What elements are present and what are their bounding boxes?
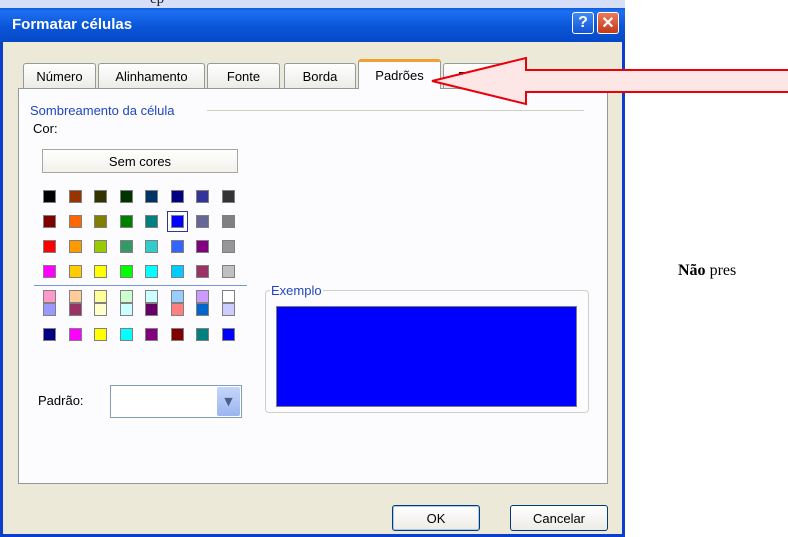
side-note: Não pres [678,262,736,280]
color-swatch[interactable] [196,190,209,203]
color-swatch[interactable] [68,303,82,316]
palette-divider [34,285,247,286]
color-swatch[interactable] [145,303,158,316]
tab-label: Alinhamento [115,68,188,84]
color-swatch[interactable] [43,190,56,203]
color-swatch[interactable] [221,240,235,253]
example-preview [276,306,577,407]
tab-label: Padrões [375,68,424,83]
example-label: Exemplo [270,283,323,298]
color-label: Cor: [33,121,58,136]
color-swatch[interactable] [119,290,133,303]
color-swatch[interactable] [119,215,133,228]
pattern-label: Padrão: [38,393,84,408]
tab-padroes[interactable]: Padrões [358,59,441,89]
color-swatch[interactable] [94,328,107,341]
ok-button[interactable]: OK [392,505,480,531]
side-note-text: pres [705,262,737,279]
color-swatch[interactable] [196,303,209,316]
color-swatch[interactable] [196,290,209,303]
color-swatch[interactable] [145,265,158,278]
color-swatch[interactable] [43,328,56,341]
color-swatch[interactable] [119,328,133,341]
color-swatch[interactable] [145,190,158,203]
cancel-button[interactable]: Cancelar [510,505,608,531]
color-swatch[interactable] [43,215,56,228]
shading-group-label: Sombreamento da célula [30,103,175,118]
tab-alinhamento[interactable]: Alinhamento [98,63,205,88]
close-button[interactable]: ✕ [597,12,619,34]
color-swatch[interactable] [221,328,235,341]
tab-numero[interactable]: Número [23,63,96,88]
color-swatch[interactable] [119,265,133,278]
color-swatch[interactable] [94,303,107,316]
color-swatch[interactable] [196,240,209,253]
color-swatch[interactable] [43,265,56,278]
color-swatch[interactable] [170,265,184,278]
color-swatch[interactable] [170,303,184,316]
color-swatch[interactable] [94,240,107,253]
background-caption: ep [150,0,164,8]
color-swatch[interactable] [145,240,158,253]
background-strip: ep [0,0,625,8]
color-swatch[interactable] [68,190,82,203]
color-swatch[interactable] [196,265,209,278]
tab-fonte[interactable]: Fonte [207,63,280,88]
color-swatch[interactable] [119,240,133,253]
side-note-bold: Não [678,262,706,279]
group-divider [207,110,584,111]
tab-label: Borda [302,68,338,84]
color-swatch[interactable] [43,303,56,316]
color-swatch[interactable] [68,328,82,341]
color-swatch[interactable] [221,265,235,278]
color-swatch[interactable] [68,215,82,228]
color-swatch[interactable] [94,215,107,228]
color-swatch[interactable] [170,240,184,253]
color-swatch[interactable] [94,190,107,203]
color-swatch[interactable] [68,265,82,278]
color-swatch[interactable] [166,211,188,232]
color-swatch[interactable] [119,303,133,316]
arrow-icon [431,56,788,106]
color-swatch[interactable] [43,290,56,303]
color-swatch[interactable] [221,215,235,228]
color-swatch[interactable] [221,290,235,303]
color-swatch[interactable] [145,328,158,341]
color-swatch[interactable] [68,240,82,253]
no-color-button[interactable]: Sem cores [42,149,238,173]
color-swatch[interactable] [94,265,107,278]
color-swatch[interactable] [196,328,209,341]
color-swatch[interactable] [119,190,133,203]
color-swatch[interactable] [196,215,209,228]
color-swatch[interactable] [170,190,184,203]
tab-label: Número [36,68,83,84]
color-swatch[interactable] [145,290,158,303]
tab-label: Fonte [226,68,261,84]
color-swatch[interactable] [170,328,184,341]
help-icon: ? [578,14,588,31]
color-swatch[interactable] [94,290,107,303]
color-swatch[interactable] [43,240,56,253]
window-title: Formatar células [12,16,133,33]
color-swatch[interactable] [221,303,235,316]
color-swatch[interactable] [221,190,235,203]
color-swatch[interactable] [68,290,82,303]
chevron-down-icon[interactable]: ▼ [217,387,240,416]
color-swatch[interactable] [145,215,158,228]
tab-borda[interactable]: Borda [284,63,356,88]
color-swatch[interactable] [170,290,184,303]
help-button[interactable]: ? [572,12,594,34]
close-icon: ✕ [601,15,615,32]
